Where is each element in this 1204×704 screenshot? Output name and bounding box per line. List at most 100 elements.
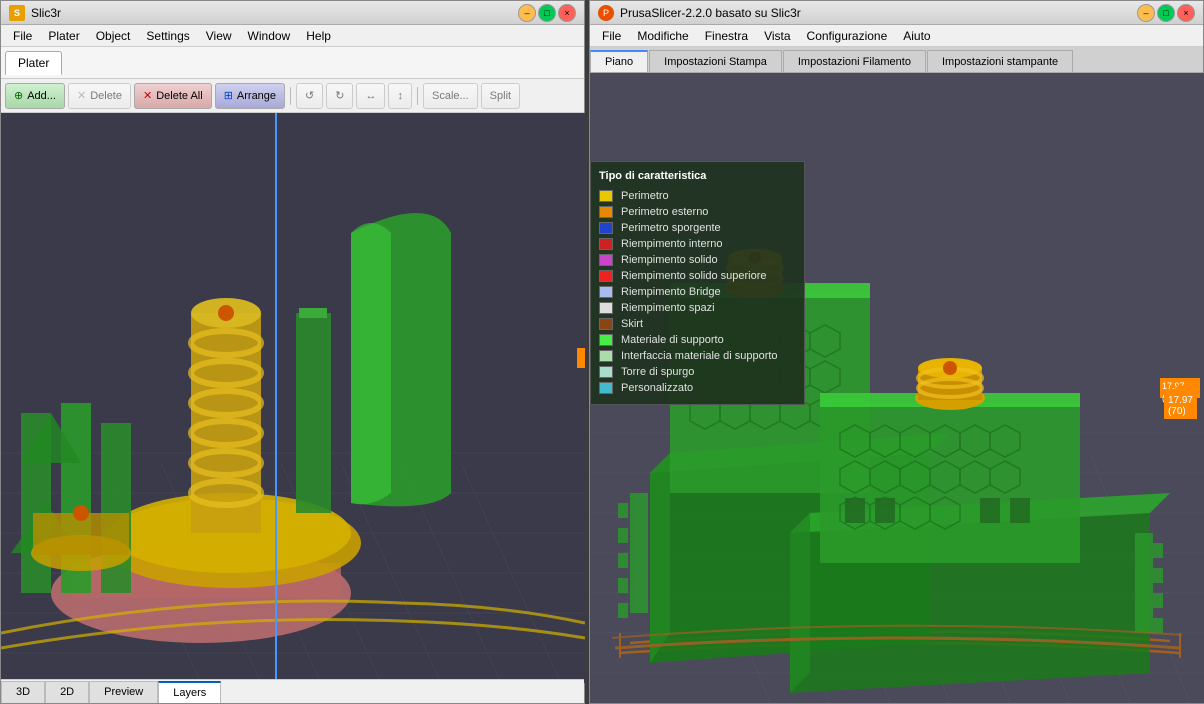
- feature-perimetro: Perimetro: [599, 188, 796, 204]
- riempimento-bridge-label: Riempimento Bridge: [621, 286, 721, 298]
- perimetro-sporgente-label: Perimetro sporgente: [621, 222, 721, 234]
- perimetro-sporgente-color: [599, 222, 613, 234]
- slic3r-app-icon: S: [9, 5, 25, 21]
- right-viewport[interactable]: 17.97 (70) Tipo di caratteristica Perime…: [590, 73, 1204, 703]
- prusaslicer-app-icon: P: [598, 5, 614, 21]
- prusaslicer-window-controls: – □ ×: [1137, 4, 1195, 22]
- flip-vertical-button[interactable]: ↕: [388, 83, 412, 109]
- ps-menu-finestra[interactable]: Finestra: [697, 27, 756, 45]
- slic3r-menubar: File Plater Object Settings View Window …: [1, 25, 584, 47]
- add-button[interactable]: ⊕ Add...: [5, 83, 65, 109]
- slic3r-window-controls: – □ ×: [518, 4, 576, 22]
- left-scene: [1, 113, 585, 683]
- tab-3d[interactable]: 3D: [1, 681, 45, 703]
- close-button[interactable]: ×: [558, 4, 576, 22]
- plater-tab[interactable]: Plater: [5, 51, 62, 75]
- tab-impostazioni-stampante[interactable]: Impostazioni stampante: [927, 50, 1073, 72]
- ps-menu-configurazione[interactable]: Configurazione: [799, 27, 896, 45]
- menu-object[interactable]: Object: [88, 27, 139, 45]
- maximize-button[interactable]: □: [538, 4, 556, 22]
- menu-view[interactable]: View: [198, 27, 240, 45]
- delete-button[interactable]: ✕ Delete: [68, 83, 131, 109]
- torre-spurgo-label: Torre di spurgo: [621, 366, 694, 378]
- menu-settings[interactable]: Settings: [138, 27, 197, 45]
- delete-all-icon: ✕: [143, 89, 152, 102]
- scale-button[interactable]: Scale...: [423, 83, 478, 109]
- riempimento-solido-label: Riempimento solido: [621, 254, 718, 266]
- layer-arrow-icon: [1172, 383, 1188, 393]
- toolbar-separator-2: [417, 87, 418, 105]
- slic3r-titlebar: S Slic3r – □ ×: [1, 1, 584, 25]
- rotate-left-icon: ↺: [305, 89, 314, 102]
- perimetro-esterno-label: Perimetro esterno: [621, 206, 708, 218]
- ps-maximize-button[interactable]: □: [1157, 4, 1175, 22]
- tab-2d[interactable]: 2D: [45, 681, 89, 703]
- menu-plater[interactable]: Plater: [40, 27, 87, 45]
- tab-preview[interactable]: Preview: [89, 681, 158, 703]
- feature-interfaccia-supporto: Interfaccia materiale di supporto: [599, 348, 796, 364]
- layer-indicator: 17.97 (70): [1164, 383, 1197, 419]
- riempimento-bridge-color: [599, 286, 613, 298]
- perimetro-label: Perimetro: [621, 190, 669, 202]
- feature-perimetro-sporgente: Perimetro sporgente: [599, 220, 796, 236]
- flip-h-icon: ↔: [365, 90, 376, 102]
- feature-torre-spurgo: Torre di spurgo: [599, 364, 796, 380]
- riempimento-interno-label: Riempimento interno: [621, 238, 723, 250]
- prusaslicer-titlebar: P PrusaSlicer-2.2.0 basato su Slic3r – □…: [590, 1, 1203, 25]
- menu-file[interactable]: File: [5, 27, 40, 45]
- slic3r-toolbar-tabs: Plater: [1, 47, 584, 79]
- slic3r-window: S Slic3r – □ × File Plater Object Settin…: [0, 0, 585, 704]
- ps-menu-vista[interactable]: Vista: [756, 27, 798, 45]
- tab-impostazioni-filamento[interactable]: Impostazioni Filamento: [783, 50, 926, 72]
- tab-layers[interactable]: Layers: [158, 681, 221, 703]
- torre-spurgo-color: [599, 366, 613, 378]
- bottom-tabs: 3D 2D Preview Layers: [1, 679, 584, 703]
- slic3r-toolbar-buttons: ⊕ Add... ✕ Delete ✕ Delete All ⊞ Arrange…: [1, 79, 584, 113]
- prusaslicer-menubar: File Modifiche Finestra Vista Configuraz…: [590, 25, 1203, 47]
- ps-minimize-button[interactable]: –: [1137, 4, 1155, 22]
- add-icon: ⊕: [14, 89, 23, 102]
- tooltip-title: Tipo di caratteristica: [599, 170, 796, 182]
- feature-riempimento-spazi: Riempimento spazi: [599, 300, 796, 316]
- arrange-icon: ⊞: [224, 89, 233, 102]
- tab-piano[interactable]: Piano: [590, 50, 648, 72]
- delete-icon: ✕: [77, 89, 86, 102]
- feature-riempimento-solido: Riempimento solido: [599, 252, 796, 268]
- toolbar-separator-1: [290, 87, 291, 105]
- menu-help[interactable]: Help: [298, 27, 339, 45]
- skirt-color: [599, 318, 613, 330]
- ps-menu-modifiche[interactable]: Modifiche: [629, 27, 696, 45]
- feature-riempimento-bridge: Riempimento Bridge: [599, 284, 796, 300]
- ps-menu-file[interactable]: File: [594, 27, 629, 45]
- left-viewport[interactable]: [1, 113, 585, 683]
- arrange-button[interactable]: ⊞ Arrange: [215, 83, 285, 109]
- feature-riempimento-interno: Riempimento interno: [599, 236, 796, 252]
- riempimento-solido-superiore-color: [599, 270, 613, 282]
- prusaslicer-title: PrusaSlicer-2.2.0 basato su Slic3r: [620, 6, 801, 20]
- delete-all-button[interactable]: ✕ Delete All: [134, 83, 212, 109]
- riempimento-interno-color: [599, 238, 613, 250]
- split-button[interactable]: Split: [481, 83, 520, 109]
- ps-close-button[interactable]: ×: [1177, 4, 1195, 22]
- prusaslicer-tabs: Piano Impostazioni Stampa Impostazioni F…: [590, 47, 1203, 73]
- skirt-label: Skirt: [621, 318, 643, 330]
- perimetro-color: [599, 190, 613, 202]
- menu-window[interactable]: Window: [240, 27, 299, 45]
- feature-riempimento-solido-superiore: Riempimento solido superiore: [599, 268, 796, 284]
- minimize-button[interactable]: –: [518, 4, 536, 22]
- materiale-supporto-label: Materiale di supporto: [621, 334, 724, 346]
- interfaccia-supporto-color: [599, 350, 613, 362]
- flip-horizontal-button[interactable]: ↔: [356, 83, 385, 109]
- riempimento-spazi-color: [599, 302, 613, 314]
- feature-skirt: Skirt: [599, 316, 796, 332]
- slic3r-title: Slic3r: [31, 6, 61, 20]
- ps-menu-aiuto[interactable]: Aiuto: [895, 27, 938, 45]
- riempimento-solido-color: [599, 254, 613, 266]
- rotate-left-button[interactable]: ↺: [296, 83, 323, 109]
- flip-v-icon: ↕: [397, 90, 403, 102]
- feature-type-tooltip: Tipo di caratteristica Perimetro Perimet…: [590, 161, 805, 405]
- tab-impostazioni-stampa[interactable]: Impostazioni Stampa: [649, 50, 782, 72]
- rotate-right-button[interactable]: ↻: [326, 83, 353, 109]
- personalizzato-color: [599, 382, 613, 394]
- riempimento-spazi-label: Riempimento spazi: [621, 302, 715, 314]
